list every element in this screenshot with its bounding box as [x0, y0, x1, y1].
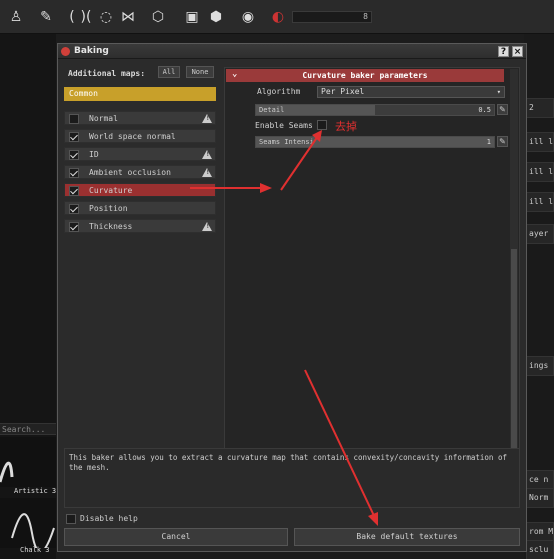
algorithm-label: Algorithm [257, 87, 301, 96]
algorithm-value: Per Pixel [321, 87, 365, 96]
none-button[interactable]: None [186, 66, 214, 78]
algorithm-select[interactable]: Per Pixel ▾ [317, 86, 505, 98]
baking-dialog: Baking ? × Additional maps: All None Com… [57, 43, 527, 552]
render-icon[interactable]: ◉ [240, 9, 256, 25]
thumb-caption-chalk: Chalk 3 [20, 546, 50, 554]
right-item: ings [526, 356, 554, 376]
map-item-world-space-normal[interactable]: World space normal [64, 129, 216, 143]
right-item: Norm [526, 488, 554, 508]
thumb-caption-artistic: Artistic 3 [14, 487, 57, 495]
enable-seams-label: Enable Seams [255, 121, 313, 130]
world-space-normal-checkbox[interactable] [69, 132, 79, 142]
map-item-ambient-occlusion[interactable]: Ambient occlusion [64, 165, 216, 179]
symmetry-icon[interactable]: )( [78, 9, 94, 25]
map-label: Position [89, 204, 128, 213]
scrollbar-thumb[interactable] [511, 249, 517, 479]
chalk-brush-preview [11, 513, 55, 553]
panel-header-label: Curvature baker parameters [302, 71, 428, 80]
seams-intensity-value: 1 [486, 138, 491, 146]
app-logo-icon [61, 47, 70, 56]
seams-intensity-label: Seams Intensi [259, 138, 314, 146]
panel-header[interactable]: ⌄ Curvature baker parameters [226, 69, 504, 82]
help-button[interactable]: ? [498, 46, 509, 57]
artistic-brush-preview [0, 461, 14, 483]
cancel-button[interactable]: Cancel [64, 528, 288, 546]
thickness-checkbox[interactable] [69, 222, 79, 232]
right-item: ill l [526, 192, 554, 212]
map-label: Ambient occlusion [89, 168, 171, 177]
right-item: rom M [526, 522, 554, 542]
all-button[interactable]: All [158, 66, 180, 78]
map-label: Curvature [89, 186, 133, 195]
map-item-thickness[interactable]: Thickness [64, 219, 216, 233]
camera-icon[interactable]: ▣ [184, 9, 200, 25]
dialog-titlebar[interactable]: Baking ? × [58, 44, 526, 59]
normal-checkbox[interactable] [69, 114, 79, 124]
enable-seams-checkbox[interactable] [317, 120, 327, 130]
id-checkbox[interactable] [69, 150, 79, 160]
right-item: ayer 7 [526, 224, 554, 244]
warning-icon [202, 222, 212, 231]
shelf-thumb-artistic[interactable] [0, 437, 56, 487]
map-label: ID [89, 150, 99, 159]
right-item: sclu [526, 540, 554, 559]
mirror-icon[interactable]: ⋈ [120, 9, 136, 25]
lasso-icon[interactable]: ◌ [98, 9, 114, 25]
main-toolbar: ♙ ✎ ( )( ◌ ⋈ ⬡ ▣ ⬢ ◉ ◐ 8 [0, 0, 554, 34]
annotation-note: 去掉 [335, 120, 357, 133]
close-button[interactable]: × [512, 46, 523, 57]
shelf-thumb-chalk[interactable] [0, 498, 56, 553]
disable-help-label: Disable help [80, 514, 138, 523]
map-label: Thickness [89, 222, 133, 231]
panel-scrollbar[interactable] [510, 69, 518, 483]
common-category[interactable]: Common [64, 87, 216, 101]
map-item-position[interactable]: Position [64, 201, 216, 215]
user-icon[interactable]: ♙ [8, 9, 24, 25]
cube-icon[interactable]: ⬡ [150, 9, 166, 25]
map-label: Normal [89, 114, 118, 123]
seams-intensity-slider[interactable]: Seams Intensi 1 [255, 136, 495, 148]
help-description: This baker allows you to extract a curva… [64, 448, 520, 508]
map-item-id[interactable]: ID [64, 147, 216, 161]
right-item: ce n [526, 470, 554, 490]
disable-help-checkbox[interactable] [66, 514, 76, 524]
right-item: 2 [526, 98, 554, 118]
map-item-normal[interactable]: Normal [64, 111, 216, 125]
detail-label: Detail [259, 106, 285, 114]
record-icon[interactable]: ◐ [270, 9, 286, 25]
brush-icon[interactable]: ✎ [38, 9, 54, 25]
additional-maps-label: Additional maps: [68, 69, 146, 78]
app-root: ♙ ✎ ( )( ◌ ⋈ ⬡ ▣ ⬢ ◉ ◐ 8 Search... Artis… [0, 0, 554, 559]
curvature-checkbox[interactable] [69, 186, 79, 196]
cube-outline-icon[interactable]: ⬢ [208, 9, 224, 25]
detail-value: 0.5 [478, 106, 491, 114]
right-item: ill l [526, 132, 554, 152]
bake-default-textures-button[interactable]: Bake default textures [294, 528, 520, 546]
map-label: World space normal [89, 132, 176, 141]
shelf-search-input[interactable]: Search... [0, 423, 56, 435]
pencil-icon[interactable]: ✎ [497, 104, 508, 115]
right-item: ill l [526, 162, 554, 182]
ambient-occlusion-checkbox[interactable] [69, 168, 79, 178]
chevron-down-icon: ⌄ [232, 69, 238, 79]
warning-icon [202, 168, 212, 177]
map-item-curvature[interactable]: Curvature [64, 183, 216, 197]
toolbar-slider[interactable]: 8 [292, 11, 372, 23]
pencil-icon[interactable]: ✎ [497, 136, 508, 147]
position-checkbox[interactable] [69, 204, 79, 214]
dialog-title: Baking [74, 46, 109, 56]
chevron-down-icon: ▾ [496, 88, 501, 96]
warning-icon [202, 114, 212, 123]
warning-icon [202, 150, 212, 159]
baker-parameters-panel: ⌄ Curvature baker parameters Algorithm P… [224, 67, 520, 487]
toolbar-slider-value: 8 [363, 12, 368, 21]
detail-slider[interactable]: Detail 0.5 [255, 104, 495, 116]
